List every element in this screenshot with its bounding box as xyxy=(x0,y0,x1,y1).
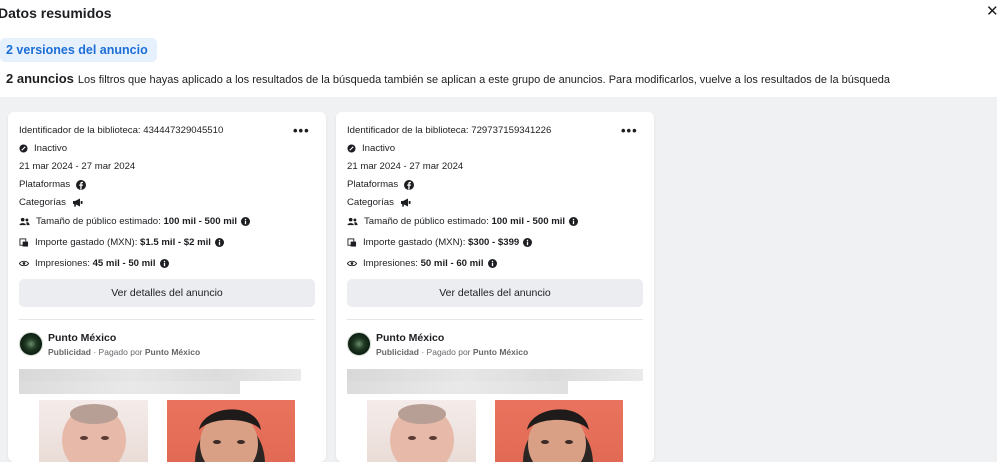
ads-count: 2 anuncios xyxy=(6,71,74,86)
impressions-value: 45 mil - 50 mil xyxy=(92,258,156,269)
divider xyxy=(347,319,643,320)
info-icon[interactable] xyxy=(214,238,224,247)
spend-row: Importe gastado (MXN): $300 - $399 xyxy=(347,237,533,248)
audience-row: Tamaño de público estimado: 100 mil - 50… xyxy=(347,216,579,227)
eye-icon xyxy=(347,260,357,267)
avatar[interactable] xyxy=(19,332,43,356)
money-icon xyxy=(19,238,29,247)
money-icon xyxy=(347,238,357,247)
status-row: Inactivo xyxy=(19,143,67,154)
more-options-icon[interactable]: ••• xyxy=(621,123,638,138)
megaphone-icon xyxy=(400,198,411,207)
platforms-row: Plataformas xyxy=(347,179,415,190)
info-icon[interactable] xyxy=(523,238,533,247)
info-icon[interactable] xyxy=(159,259,169,268)
inactive-icon xyxy=(347,144,356,153)
date-range: 21 mar 2024 - 27 mar 2024 xyxy=(19,161,136,172)
page-name[interactable]: Punto México xyxy=(376,332,444,344)
info-icon[interactable] xyxy=(241,217,251,226)
library-id: Identificador de la biblioteca: 72973715… xyxy=(347,125,552,136)
ad-photo-right xyxy=(167,400,295,462)
page-name[interactable]: Punto México xyxy=(48,332,116,344)
megaphone-icon xyxy=(72,198,83,207)
inactive-icon xyxy=(19,144,28,153)
ad-photo-right xyxy=(495,400,623,462)
ad-photo-left xyxy=(39,400,148,462)
spend-label: Importe gastado (MXN): xyxy=(363,237,466,248)
divider xyxy=(19,319,315,320)
impressions-row: Impresiones: 45 mil - 50 mil xyxy=(19,258,169,269)
page-title: Datos resumidos xyxy=(0,5,112,21)
spend-row: Importe gastado (MXN): $1.5 mil - $2 mil xyxy=(19,237,224,248)
paid-by-prefix: · Pagado por xyxy=(93,347,143,357)
sponsored-label: Publicidad xyxy=(48,347,91,357)
people-icon xyxy=(19,217,30,226)
audience-label: Tamaño de público estimado: xyxy=(36,216,161,227)
impressions-label: Impresiones: xyxy=(363,258,418,269)
status-row: Inactivo xyxy=(347,143,395,154)
info-icon[interactable] xyxy=(569,217,579,226)
eye-icon xyxy=(19,260,29,267)
summary-text: Los filtros que hayas aplicado a los res… xyxy=(77,74,890,86)
platforms-row: Plataformas xyxy=(19,179,87,190)
impressions-label: Impresiones: xyxy=(35,258,90,269)
facebook-icon xyxy=(76,179,87,190)
sponsored-line: Publicidad · Pagado por Punto México xyxy=(376,347,528,357)
audience-row: Tamaño de público estimado: 100 mil - 50… xyxy=(19,216,251,227)
ad-card: Identificador de la biblioteca: 72973715… xyxy=(336,112,654,462)
more-options-icon[interactable]: ••• xyxy=(293,123,310,138)
people-icon xyxy=(347,217,358,226)
spend-value: $300 - $399 xyxy=(468,237,520,248)
status-text: Inactivo xyxy=(34,143,68,154)
paid-by-name: Punto México xyxy=(144,347,201,357)
platforms-label: Plataformas xyxy=(347,179,399,190)
categories-row: Categorías xyxy=(347,197,411,208)
ad-details-button[interactable]: Ver detalles del anuncio xyxy=(347,279,643,307)
impressions-value: 50 mil - 60 mil xyxy=(420,258,484,269)
categories-row: Categorías xyxy=(19,197,83,208)
ad-details-button[interactable]: Ver detalles del anuncio xyxy=(19,279,315,307)
facebook-icon xyxy=(404,179,415,190)
avatar[interactable] xyxy=(347,332,371,356)
info-icon[interactable] xyxy=(487,259,497,268)
categories-label: Categorías xyxy=(347,197,394,208)
close-icon[interactable]: ✕ xyxy=(986,4,997,20)
ad-card: Identificador de la biblioteca: 43444732… xyxy=(8,112,326,462)
paid-by-prefix: · Pagado por xyxy=(421,347,471,357)
platforms-label: Plataformas xyxy=(19,179,71,190)
date-range: 21 mar 2024 - 27 mar 2024 xyxy=(347,161,464,172)
spend-label: Importe gastado (MXN): xyxy=(35,237,138,248)
sponsored-label: Publicidad xyxy=(376,347,419,357)
library-id: Identificador de la biblioteca: 43444732… xyxy=(19,125,224,136)
impressions-row: Impresiones: 50 mil - 60 mil xyxy=(347,258,497,269)
blurred-ad-text xyxy=(347,381,568,394)
audience-value: 100 mil - 500 mil xyxy=(491,216,566,227)
categories-label: Categorías xyxy=(19,197,66,208)
summary-line: 2 anuncios Los filtros que hayas aplicado… xyxy=(6,71,890,86)
versions-pill[interactable]: 2 versiones del anuncio xyxy=(0,38,157,62)
spend-value: $1.5 mil - $2 mil xyxy=(140,237,211,248)
audience-label: Tamaño de público estimado: xyxy=(364,216,489,227)
blurred-ad-text xyxy=(347,369,643,381)
blurred-ad-text xyxy=(19,381,240,394)
ad-photo-left xyxy=(367,400,476,462)
status-text: Inactivo xyxy=(362,143,396,154)
sponsored-line: Publicidad · Pagado por Punto México xyxy=(48,347,200,357)
audience-value: 100 mil - 500 mil xyxy=(163,216,238,227)
blurred-ad-text xyxy=(19,369,301,381)
paid-by-name: Punto México xyxy=(472,347,529,357)
